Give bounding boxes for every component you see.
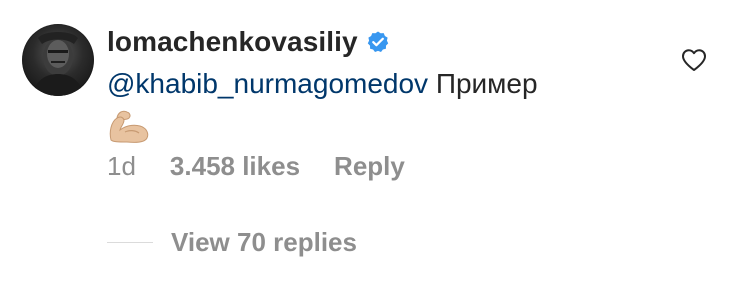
comment: lomachenkovasiliy @khabib_nurmagomedov П… (107, 22, 667, 150)
username[interactable]: lomachenkovasiliy (107, 26, 358, 58)
comment-time[interactable]: 1d (107, 151, 136, 182)
avatar-image (32, 32, 84, 96)
view-replies-button[interactable]: View 70 replies (171, 227, 357, 258)
comment-text-row: @khabib_nurmagomedov Пример (107, 64, 667, 104)
like-button[interactable] (680, 46, 708, 74)
heart-outline-icon (682, 49, 706, 71)
comment-likes-count[interactable]: 3.458 likes (170, 151, 300, 182)
flexed-biceps-emoji (107, 106, 151, 144)
comment-meta: 1d 3.458 likes Reply (107, 148, 405, 184)
username-row: lomachenkovasiliy (107, 22, 667, 62)
view-replies-row: View 70 replies (107, 224, 357, 260)
reply-button[interactable]: Reply (334, 151, 405, 182)
emoji-row (107, 106, 667, 150)
avatar[interactable] (22, 24, 94, 96)
verified-badge-icon (366, 30, 390, 54)
replies-divider (107, 241, 153, 243)
mention-link[interactable]: @khabib_nurmagomedov (107, 68, 428, 99)
comment-text: Пример (435, 68, 538, 99)
